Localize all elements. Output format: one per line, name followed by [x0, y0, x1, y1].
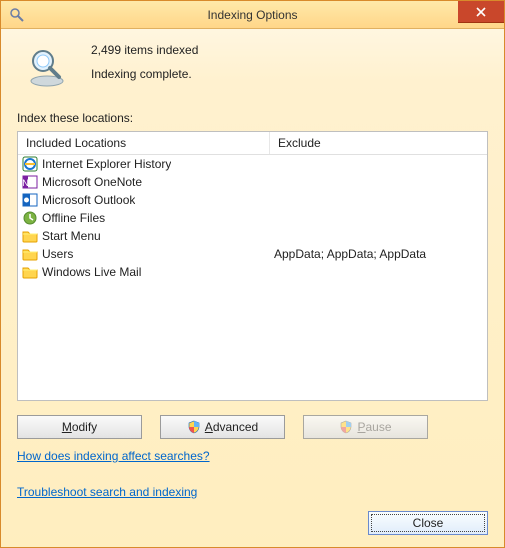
location-row[interactable]: N Microsoft OneNote [18, 173, 487, 191]
location-name: Start Menu [42, 229, 101, 243]
window-title: Indexing Options [1, 8, 504, 22]
folder-icon [22, 264, 38, 280]
location-row[interactable]: Start Menu [18, 227, 487, 245]
folder-icon [22, 246, 38, 262]
close-icon [476, 7, 486, 17]
offline-icon [22, 210, 38, 226]
location-name: Microsoft OneNote [42, 175, 142, 189]
onenote-icon: N [22, 174, 38, 190]
shield-icon [187, 420, 201, 434]
troubleshoot-link[interactable]: Troubleshoot search and indexing [17, 485, 488, 499]
ie-icon [22, 156, 38, 172]
col-exclude-header[interactable]: Exclude [270, 132, 487, 154]
locations-list: Included Locations Exclude Internet Expl… [17, 131, 488, 401]
advanced-button[interactable]: Advanced [160, 415, 285, 439]
location-name: Windows Live Mail [42, 265, 141, 279]
location-row[interactable]: Internet Explorer History [18, 155, 487, 173]
location-name: Offline Files [42, 211, 105, 225]
index-state-text: Indexing complete. [91, 67, 488, 81]
folder-icon [22, 228, 38, 244]
shield-icon [339, 420, 353, 434]
location-row[interactable]: Windows Live Mail [18, 263, 487, 281]
action-buttons: Modify Advanced Pause [17, 415, 488, 439]
location-exclude: AppData; AppData; AppData [270, 247, 487, 261]
svg-text:N: N [22, 178, 29, 188]
location-name: Internet Explorer History [42, 157, 171, 171]
indexing-options-window: Indexing Options 2,499 items indexed Ind… [0, 0, 505, 548]
search-index-icon [23, 43, 71, 91]
close-button[interactable]: Close [368, 511, 488, 535]
location-row[interactable]: Microsoft Outlook [18, 191, 487, 209]
location-row[interactable]: Users AppData; AppData; AppData [18, 245, 487, 263]
outlook-icon [22, 192, 38, 208]
modify-button[interactable]: Modify [17, 415, 142, 439]
col-included-header[interactable]: Included Locations [18, 132, 270, 154]
dialog-body: 2,499 items indexed Indexing complete. I… [1, 29, 504, 547]
locations-header: Included Locations Exclude [18, 132, 487, 155]
item-count-text: 2,499 items indexed [91, 43, 488, 57]
location-row[interactable]: Offline Files [18, 209, 487, 227]
location-name: Users [42, 247, 73, 261]
location-name: Microsoft Outlook [42, 193, 135, 207]
help-link[interactable]: How does indexing affect searches? [17, 449, 488, 463]
pause-button: Pause [303, 415, 428, 439]
status-row: 2,499 items indexed Indexing complete. [17, 43, 488, 91]
title-bar: Indexing Options [1, 1, 504, 29]
locations-label: Index these locations: [17, 111, 488, 125]
window-close-button[interactable] [458, 1, 504, 23]
